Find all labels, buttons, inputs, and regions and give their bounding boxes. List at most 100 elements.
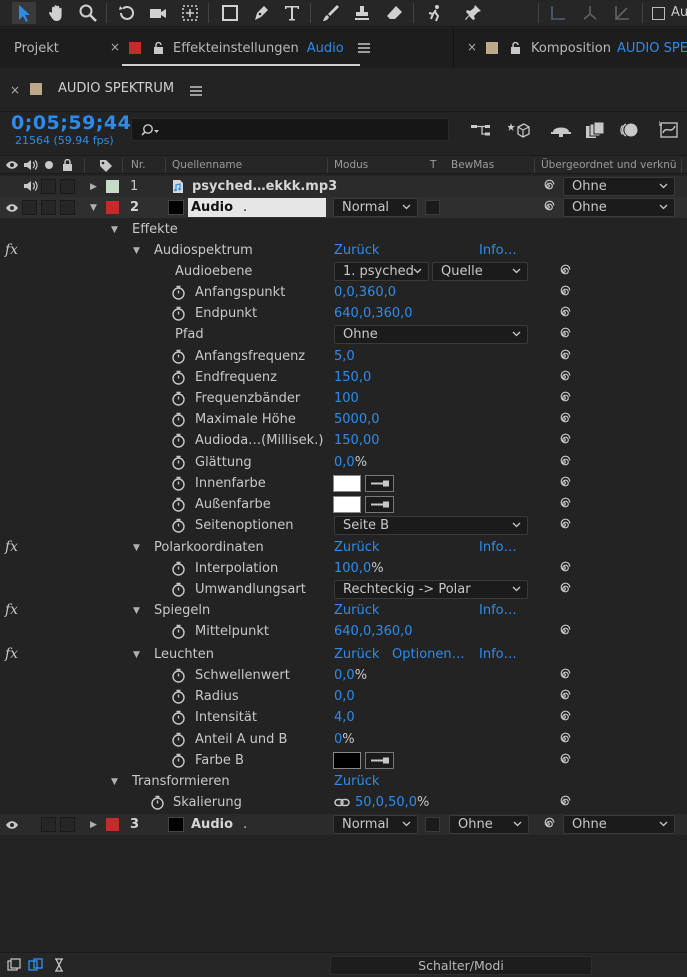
- layer-search-input[interactable]: [131, 118, 449, 141]
- shy-layers-icon[interactable]: [550, 120, 572, 140]
- audio-layer-dropdown[interactable]: 1. psyched: [334, 262, 429, 281]
- panel-menu-icon[interactable]: [190, 85, 202, 100]
- property-value[interactable]: 640,0,360,0: [334, 621, 413, 642]
- pick-whip-icon[interactable]: [557, 732, 571, 746]
- fx-toggle-icon[interactable]: fx: [5, 602, 18, 618]
- blend-mode-dropdown[interactable]: Normal: [333, 815, 418, 834]
- stopwatch-icon[interactable]: [171, 412, 186, 427]
- stopwatch-icon[interactable]: [171, 668, 186, 683]
- pick-whip-icon[interactable]: [557, 433, 571, 447]
- eye-icon[interactable]: [5, 820, 19, 830]
- layer-name[interactable]: psyched…ekkk.mp3: [192, 176, 337, 197]
- property-value[interactable]: 0,0%: [334, 665, 367, 686]
- fx-toggle-icon[interactable]: fx: [5, 242, 18, 258]
- preserve-transparency-toggle[interactable]: [425, 817, 440, 832]
- hand-tool-icon[interactable]: [44, 2, 68, 24]
- pick-whip-icon[interactable]: [557, 327, 571, 341]
- property-value[interactable]: 0,0: [334, 686, 355, 707]
- pick-whip-icon[interactable]: [541, 817, 555, 831]
- constrain-proportions-link-icon[interactable]: [334, 798, 350, 807]
- pick-whip-icon[interactable]: [557, 412, 571, 426]
- pick-whip-icon[interactable]: [557, 582, 571, 596]
- pfad-dropdown[interactable]: Ohne: [334, 325, 528, 344]
- property-value[interactable]: 50,0,50,0%: [355, 792, 429, 813]
- info-link[interactable]: Info…: [479, 600, 517, 621]
- stopwatch-icon[interactable]: [171, 391, 186, 406]
- expand-triangle-icon[interactable]: ▶: [90, 814, 97, 835]
- layer-row-2[interactable]: ▼ 2 Audio . Normal Ohne: [0, 197, 687, 218]
- pick-whip-icon[interactable]: [557, 370, 571, 384]
- pick-whip-icon[interactable]: [557, 306, 571, 320]
- property-value[interactable]: 0,0,360,0: [334, 282, 396, 303]
- draft-3d-icon[interactable]: [508, 120, 530, 140]
- snap-checkbox[interactable]: [652, 7, 665, 20]
- stopwatch-icon[interactable]: [171, 710, 186, 725]
- property-value[interactable]: 4,0: [334, 707, 355, 728]
- effects-group-row[interactable]: ▼ Effekte: [0, 219, 687, 240]
- eyedropper-icon[interactable]: [365, 475, 394, 492]
- effect-row-spiegeln[interactable]: fx ▼ Spiegeln Zurück Info…: [0, 600, 687, 621]
- parent-dropdown[interactable]: Ohne: [563, 815, 675, 834]
- umwandlungsart-dropdown[interactable]: Rechteckig -> Polar: [334, 580, 528, 599]
- layer-label-swatch[interactable]: [106, 180, 119, 193]
- pick-whip-icon[interactable]: [557, 349, 571, 363]
- fx-toggle-icon[interactable]: fx: [5, 539, 18, 555]
- pick-whip-icon[interactable]: [557, 264, 571, 278]
- layer-row-3[interactable]: ▶ 3 Audio . Normal Ohne Ohne: [0, 814, 687, 835]
- rectangle-tool-icon[interactable]: [218, 2, 242, 24]
- effect-row-leuchten[interactable]: fx ▼ Leuchten Zurück Optionen… Info…: [0, 644, 687, 665]
- collapse-triangle-icon[interactable]: ▼: [111, 219, 118, 240]
- seitenoptionen-dropdown[interactable]: Seite B: [334, 516, 528, 535]
- reset-link[interactable]: Zurück: [334, 644, 379, 665]
- tab-effekteinstellungen[interactable]: Effekteinstellungen Audio: [129, 28, 370, 68]
- clone-stamp-tool-icon[interactable]: [350, 2, 374, 24]
- pick-whip-icon[interactable]: [557, 455, 571, 469]
- property-value[interactable]: 150,00: [334, 430, 380, 451]
- parent-dropdown[interactable]: Ohne: [563, 177, 675, 196]
- info-link[interactable]: Info…: [479, 537, 517, 558]
- lock-icon[interactable]: [510, 41, 521, 55]
- pick-whip-icon[interactable]: [557, 795, 571, 809]
- motion-blur-icon[interactable]: [618, 120, 640, 140]
- stopwatch-icon[interactable]: [171, 349, 186, 364]
- audio-speaker-icon[interactable]: [23, 180, 39, 192]
- column-t[interactable]: T: [430, 159, 436, 171]
- eye-icon[interactable]: [5, 160, 19, 170]
- property-value[interactable]: 0,0%: [334, 452, 367, 473]
- column-track-matte[interactable]: BewMas: [451, 159, 494, 171]
- track-matte-dropdown[interactable]: Ohne: [449, 815, 529, 834]
- close-icon[interactable]: ×: [10, 83, 20, 97]
- eye-icon[interactable]: [5, 203, 19, 213]
- info-link[interactable]: Info…: [479, 644, 517, 665]
- stopwatch-icon[interactable]: [171, 285, 186, 300]
- pick-whip-icon[interactable]: [557, 668, 571, 682]
- reset-link[interactable]: Zurück: [334, 771, 379, 792]
- puppet-tool-icon[interactable]: [461, 2, 485, 24]
- text-tool-icon[interactable]: [280, 2, 304, 24]
- fx-toggle-icon[interactable]: fx: [5, 646, 18, 662]
- rotate-tool-icon[interactable]: [115, 2, 139, 24]
- local-axis-icon[interactable]: [546, 2, 570, 24]
- color-swatch[interactable]: [333, 496, 361, 513]
- pick-whip-icon[interactable]: [557, 689, 571, 703]
- collapse-triangle-icon[interactable]: ▼: [133, 537, 140, 558]
- pick-whip-icon[interactable]: [557, 518, 571, 532]
- pick-whip-icon[interactable]: [557, 753, 571, 767]
- lock-icon[interactable]: [153, 41, 164, 55]
- pick-whip-icon[interactable]: [557, 391, 571, 405]
- parent-dropdown[interactable]: Ohne: [563, 198, 675, 217]
- toggle-switches-modes-button[interactable]: Schalter/Modi: [330, 956, 592, 975]
- brush-tool-icon[interactable]: [319, 2, 343, 24]
- layer-label-swatch[interactable]: [106, 818, 119, 831]
- collapse-triangle-icon[interactable]: ▼: [133, 644, 140, 665]
- zoom-tool-icon[interactable]: [76, 2, 100, 24]
- eyedropper-icon[interactable]: [365, 752, 394, 769]
- stopwatch-icon[interactable]: [171, 433, 186, 448]
- render-time-icon[interactable]: [52, 958, 66, 972]
- column-source-name[interactable]: Quellenname: [172, 159, 242, 171]
- options-link[interactable]: Optionen…: [392, 644, 465, 665]
- stopwatch-icon[interactable]: [171, 370, 186, 385]
- pick-whip-icon[interactable]: [557, 476, 571, 490]
- stopwatch-icon[interactable]: [171, 455, 186, 470]
- color-swatch[interactable]: [333, 475, 361, 492]
